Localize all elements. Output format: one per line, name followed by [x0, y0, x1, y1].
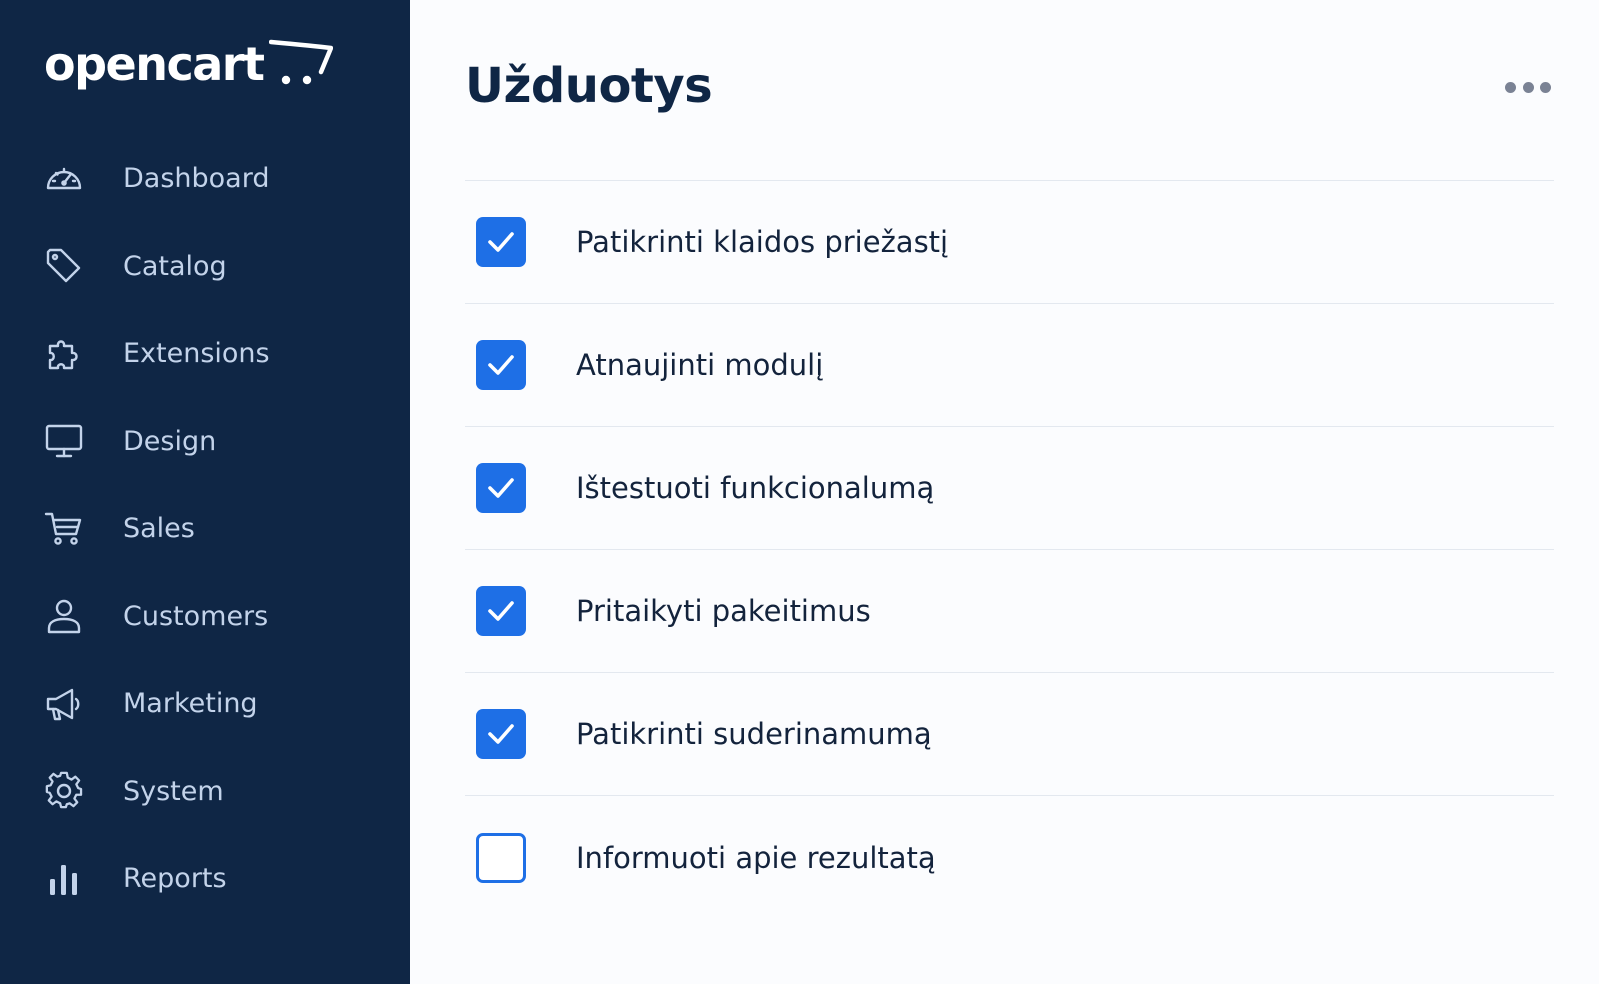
task-row[interactable]: Pritaikyti pakeitimus	[465, 550, 1554, 673]
task-checkbox-checked[interactable]	[476, 586, 526, 636]
sidebar-item-sales[interactable]: Sales	[0, 485, 410, 573]
task-row[interactable]: Informuoti apie rezultatą	[465, 796, 1554, 919]
task-label: Pritaikyti pakeitimus	[576, 594, 871, 628]
task-row[interactable]: Patikrinti suderinamumą	[465, 673, 1554, 796]
brand-name: opencart	[44, 37, 265, 91]
puzzle-icon	[44, 334, 84, 374]
sidebar-item-design[interactable]: Design	[0, 398, 410, 486]
sidebar-item-label: Catalog	[123, 250, 227, 282]
sidebar-item-customers[interactable]: Customers	[0, 573, 410, 661]
sidebar-item-marketing[interactable]: Marketing	[0, 660, 410, 748]
task-checkbox-checked[interactable]	[476, 463, 526, 513]
task-label: Informuoti apie rezultatą	[576, 840, 936, 875]
sidebar-item-label: Sales	[123, 513, 195, 545]
checkmark-icon	[488, 478, 514, 498]
dashboard-gauge-icon	[44, 159, 84, 199]
tag-icon	[44, 246, 84, 286]
cart-logo-icon	[269, 38, 334, 93]
main-content: Užduotys Patikrinti klaidos priežastį At…	[410, 0, 1599, 984]
sidebar-nav: Dashboard Catalog Extensions Design Sale…	[0, 135, 410, 923]
task-label: Patikrinti suderinamumą	[576, 717, 932, 751]
checkmark-icon	[488, 601, 514, 621]
checkmark-icon	[488, 355, 514, 375]
checkmark-icon	[488, 724, 514, 744]
more-horizontal-icon	[1540, 81, 1551, 93]
task-checkbox-checked[interactable]	[476, 340, 526, 390]
sidebar-item-label: Marketing	[123, 688, 258, 720]
sidebar-item-dashboard[interactable]: Dashboard	[0, 135, 410, 223]
bar-chart-icon	[44, 859, 84, 899]
checkmark-icon	[488, 232, 514, 252]
sidebar: opencart Dashboard Catalog Extensions De…	[0, 0, 410, 984]
task-label: Ištestuoti funkcionalumą	[576, 471, 935, 505]
more-horizontal-icon	[1505, 81, 1516, 93]
sidebar-item-label: Extensions	[123, 338, 270, 370]
megaphone-icon	[44, 684, 84, 724]
opencart-logo[interactable]: opencart	[44, 34, 334, 94]
monitor-icon	[44, 421, 84, 461]
sidebar-item-label: Dashboard	[123, 163, 270, 195]
task-row[interactable]: Patikrinti klaidos priežastį	[465, 181, 1554, 304]
sidebar-item-catalog[interactable]: Catalog	[0, 223, 410, 311]
sidebar-item-label: Customers	[123, 600, 269, 632]
sidebar-item-system[interactable]: System	[0, 748, 410, 836]
more-horizontal-icon	[1522, 81, 1534, 93]
task-checkbox-checked[interactable]	[476, 709, 526, 759]
gear-icon	[44, 771, 84, 811]
more-options-button[interactable]	[1502, 76, 1554, 98]
task-row[interactable]: Atnaujinti modulį	[465, 304, 1554, 427]
task-label: Patikrinti klaidos priežastį	[576, 225, 949, 259]
task-list: Patikrinti klaidos priežastį Atnaujinti …	[465, 180, 1554, 919]
cart-icon	[44, 509, 84, 549]
sidebar-item-extensions[interactable]: Extensions	[0, 310, 410, 398]
user-icon	[44, 596, 84, 636]
sidebar-item-label: Reports	[123, 863, 227, 895]
page-title: Užduotys	[465, 58, 713, 114]
task-checkbox-unchecked[interactable]	[476, 832, 526, 883]
sidebar-item-label: Design	[123, 425, 217, 457]
sidebar-item-reports[interactable]: Reports	[0, 835, 410, 923]
sidebar-item-label: System	[123, 775, 224, 807]
task-label: Atnaujinti modulį	[576, 348, 824, 382]
task-checkbox-checked[interactable]	[476, 217, 526, 267]
task-row[interactable]: Ištestuoti funkcionalumą	[465, 427, 1554, 550]
